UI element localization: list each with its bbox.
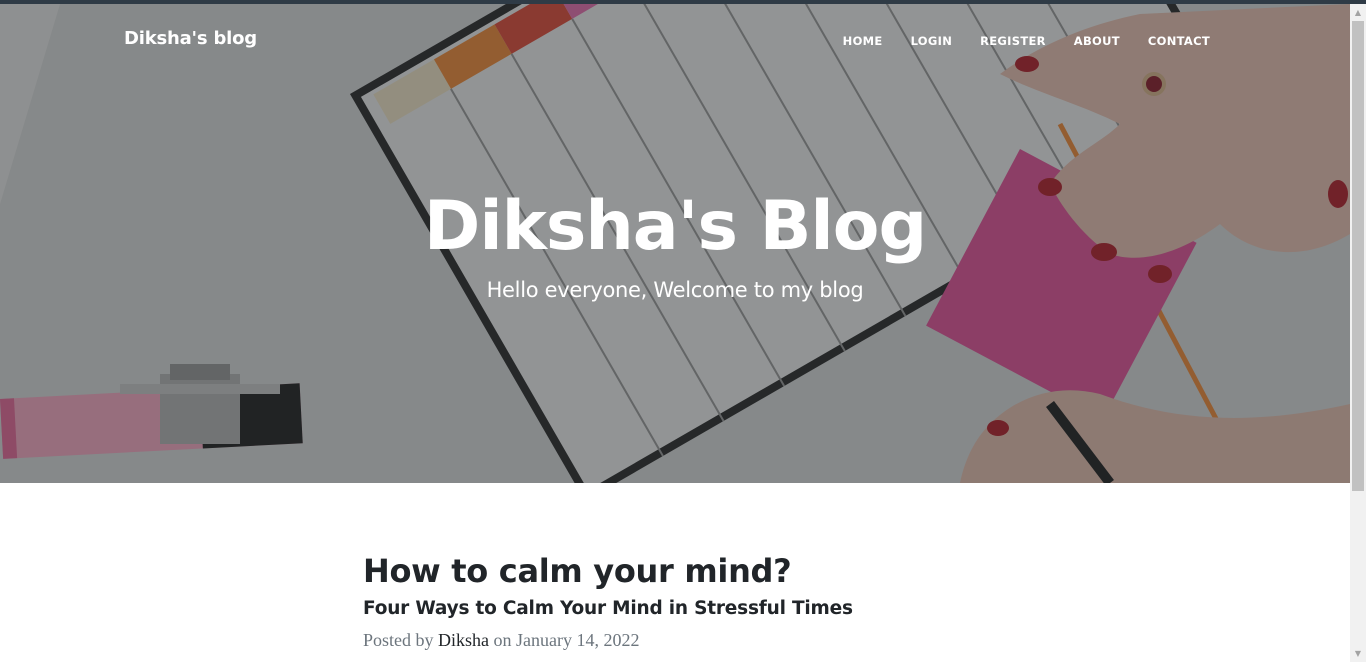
- masthead: Diksha's blog HOME LOGIN REGISTER ABOUT …: [0, 4, 1350, 483]
- nav-item-login: LOGIN: [883, 34, 953, 48]
- site-subheading: Hello everyone, Welcome to my blog: [486, 278, 864, 302]
- scroll-up-arrow-icon[interactable]: ▲: [1350, 4, 1366, 21]
- post-meta-date: on January 14, 2022: [493, 629, 640, 650]
- nav-item-contact: CONTACT: [1120, 34, 1210, 48]
- nav-link-about[interactable]: ABOUT: [1046, 34, 1120, 48]
- post-author-link[interactable]: Diksha: [438, 630, 489, 650]
- nav-item-register: REGISTER: [952, 34, 1046, 48]
- page: Diksha's blog HOME LOGIN REGISTER ABOUT …: [0, 4, 1350, 662]
- scrollbar-thumb[interactable]: [1352, 21, 1364, 491]
- nav-link-home[interactable]: HOME: [815, 34, 883, 48]
- nav-item-home: HOME: [815, 34, 883, 48]
- nav-link-login[interactable]: LOGIN: [883, 34, 953, 48]
- navbar-brand[interactable]: Diksha's blog: [124, 28, 257, 49]
- main-nav: HOME LOGIN REGISTER ABOUT CONTACT: [815, 34, 1210, 48]
- post-meta-prefix: Posted by: [363, 629, 434, 650]
- nav-link-register[interactable]: REGISTER: [952, 34, 1046, 48]
- nav-item-about: ABOUT: [1046, 34, 1120, 48]
- vertical-scrollbar[interactable]: ▲ ▼: [1350, 4, 1366, 662]
- nav-link-contact[interactable]: CONTACT: [1120, 34, 1210, 48]
- post-meta: Posted by Diksha on January 14, 2022: [363, 630, 1003, 651]
- post-subtitle[interactable]: Four Ways to Calm Your Mind in Stressful…: [363, 598, 1003, 620]
- site-heading: Diksha's Blog: [423, 187, 927, 266]
- post-preview[interactable]: How to calm your mind? Four Ways to Calm…: [363, 552, 1003, 651]
- scroll-down-arrow-icon[interactable]: ▼: [1350, 645, 1366, 662]
- post-title[interactable]: How to calm your mind?: [363, 552, 1003, 590]
